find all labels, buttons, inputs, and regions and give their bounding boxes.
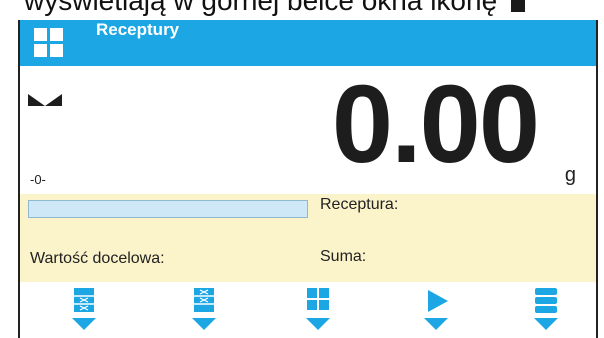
weight-reading: 0.00 (331, 63, 540, 186)
recipe-steps-button[interactable] (184, 288, 224, 338)
play-button[interactable] (416, 288, 456, 338)
zero-indicator: -0- (30, 172, 46, 187)
progress-bar (28, 200, 308, 218)
play-icon (424, 290, 448, 330)
weighing-display: -0- 0.00 g (20, 66, 596, 194)
recipe-steps-icon (192, 288, 216, 330)
weight-unit[interactable]: g (565, 164, 576, 187)
document-text: wyświetlają w górnej belce okna ikonę (0, 0, 604, 18)
target-value-label: Wartość docelowa: (30, 250, 165, 267)
database-button[interactable] (526, 288, 566, 338)
stability-icon (28, 94, 62, 106)
document-text-content: wyświetlają w górnej belce okna ikonę (24, 0, 498, 16)
menu-grid-icon (306, 288, 330, 330)
info-panel: Receptura: Wartość docelowa: Suma: (20, 194, 596, 282)
window-title: Receptury (96, 20, 180, 39)
menu-grid-button[interactable] (298, 288, 338, 338)
bottom-toolbar (20, 282, 596, 338)
database-icon (534, 288, 558, 330)
title-bar: Receptury (20, 20, 596, 66)
recipe-list-icon (72, 288, 96, 330)
sum-label: Suma: (320, 248, 367, 265)
inline-icon (510, 0, 525, 12)
app-window: Receptury -0- 0.00 g Receptura: Wartość … (18, 20, 598, 338)
grid-icon[interactable] (34, 28, 64, 58)
recipe-list-button[interactable] (64, 288, 104, 338)
recipe-label: Receptura: (320, 196, 399, 213)
